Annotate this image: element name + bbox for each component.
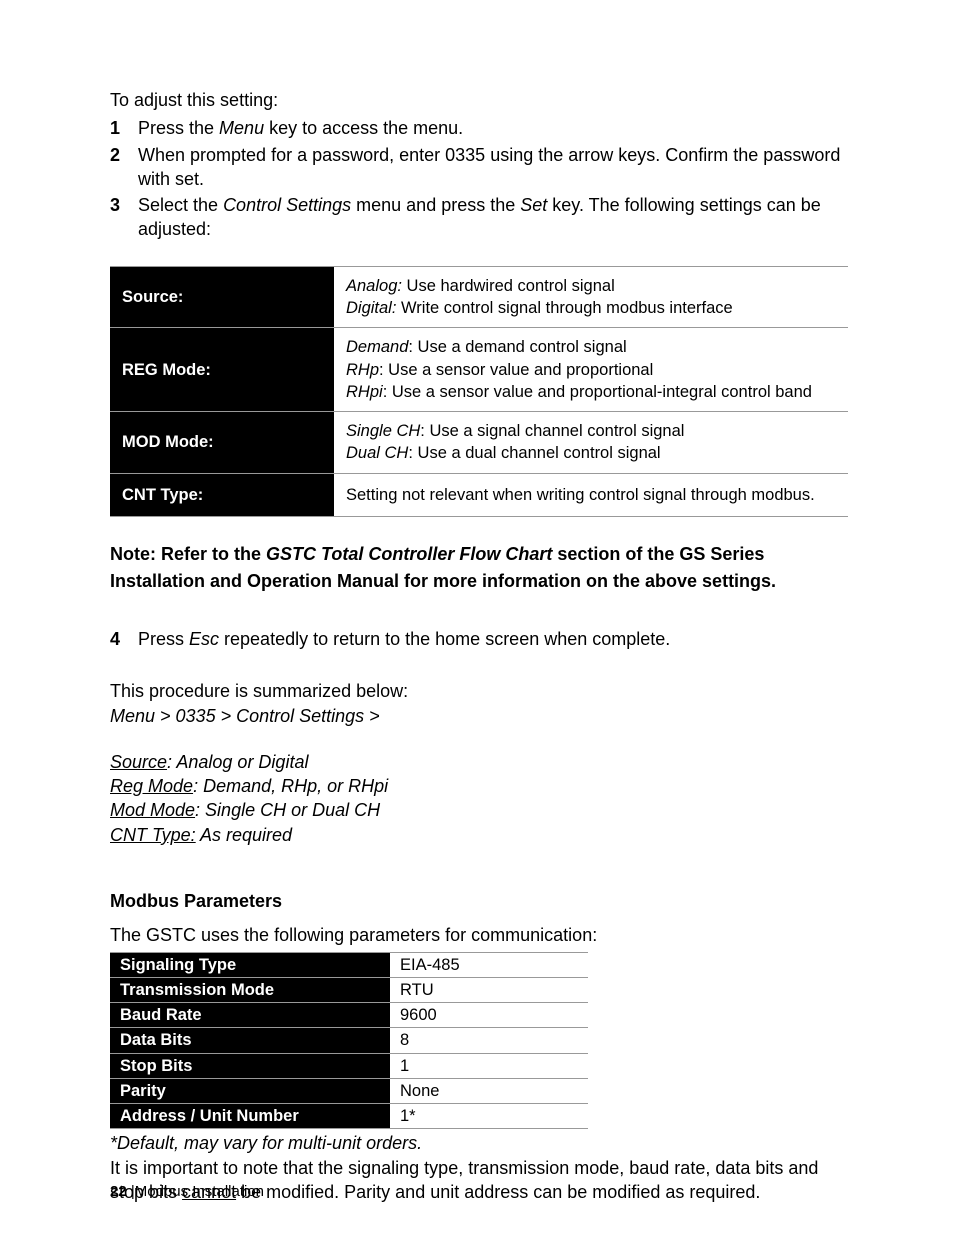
step-number: 2 — [110, 143, 138, 167]
note-paragraph: Note: Refer to the GSTC Total Controller… — [110, 541, 848, 595]
param-value: 1* — [390, 1104, 588, 1129]
param-value: 8 — [390, 1028, 588, 1053]
step-text: Press the Menu key to access the menu. — [138, 116, 848, 140]
param-value: 1 — [390, 1053, 588, 1078]
step-item: 2When prompted for a password, enter 033… — [110, 143, 848, 192]
param-value: 9600 — [390, 1003, 588, 1028]
step-text: Select the Control Settings menu and pre… — [138, 193, 848, 242]
summary-line: Source: Analog or Digital — [110, 750, 848, 774]
step-number: 4 — [110, 627, 138, 651]
param-value: None — [390, 1078, 588, 1103]
summary-line: Reg Mode: Demand, RHp, or RHpi — [110, 774, 848, 798]
modbus-params-intro: The GSTC uses the following parameters f… — [110, 923, 848, 947]
step-item: 4Press Esc repeatedly to return to the h… — [110, 627, 848, 651]
modbus-params-table: Signaling TypeEIA-485Transmission ModeRT… — [110, 952, 588, 1130]
table-row: Stop Bits1 — [110, 1053, 588, 1078]
summary-intro: This procedure is summarized below: — [110, 679, 848, 703]
param-label: Parity — [110, 1078, 390, 1103]
step-number: 3 — [110, 193, 138, 217]
step-text: When prompted for a password, enter 0335… — [138, 143, 848, 192]
param-label: Signaling Type — [110, 952, 390, 977]
table-row: Source:Analog: Use hardwired control sig… — [110, 266, 848, 328]
foot-note2-b: be modified. Parity and unit address can… — [236, 1182, 760, 1202]
table-row: Transmission ModeRTU — [110, 977, 588, 1002]
setting-value: Single CH: Use a signal channel control … — [334, 412, 848, 474]
note-flow-title: GSTC Total Controller Flow Chart — [266, 544, 552, 564]
footer-section: Modbus Installation — [135, 1183, 264, 1200]
summary-lines: Source: Analog or DigitalReg Mode: Deman… — [110, 750, 848, 847]
step-4-list: 4Press Esc repeatedly to return to the h… — [110, 627, 848, 651]
note-prefix: Note: Refer to the — [110, 544, 266, 564]
intro-text: To adjust this setting: — [110, 88, 848, 112]
param-label: Stop Bits — [110, 1053, 390, 1078]
table-row: Address / Unit Number1* — [110, 1104, 588, 1129]
step-text: Press Esc repeatedly to return to the ho… — [138, 627, 848, 651]
settings-table: Source:Analog: Use hardwired control sig… — [110, 266, 848, 517]
table-row: MOD Mode:Single CH: Use a signal channel… — [110, 412, 848, 474]
setting-value: Setting not relevant when writing contro… — [334, 473, 848, 516]
params-footnote-default: *Default, may vary for multi-unit orders… — [110, 1131, 848, 1155]
param-value: EIA-485 — [390, 952, 588, 977]
page-footer: 22 |Modbus Installation — [110, 1182, 264, 1202]
page-number: 22 — [110, 1183, 127, 1200]
document-page: To adjust this setting: 1Press the Menu … — [0, 0, 954, 1244]
table-row: ParityNone — [110, 1078, 588, 1103]
table-row: Signaling TypeEIA-485 — [110, 952, 588, 977]
setting-label: MOD Mode: — [110, 412, 334, 474]
setting-label: REG Mode: — [110, 328, 334, 412]
setting-label: CNT Type: — [110, 473, 334, 516]
setting-label: Source: — [110, 266, 334, 328]
param-value: RTU — [390, 977, 588, 1002]
setting-value: Analog: Use hardwired control signalDigi… — [334, 266, 848, 328]
step-number: 1 — [110, 116, 138, 140]
step-item: 3Select the Control Settings menu and pr… — [110, 193, 848, 242]
table-row: CNT Type:Setting not relevant when writi… — [110, 473, 848, 516]
table-row: REG Mode:Demand: Use a demand control si… — [110, 328, 848, 412]
param-label: Baud Rate — [110, 1003, 390, 1028]
param-label: Data Bits — [110, 1028, 390, 1053]
param-label: Transmission Mode — [110, 977, 390, 1002]
param-label: Address / Unit Number — [110, 1104, 390, 1129]
steps-list: 1Press the Menu key to access the menu.2… — [110, 116, 848, 241]
setting-value: Demand: Use a demand control signalRHp: … — [334, 328, 848, 412]
summary-line: CNT Type: As required — [110, 823, 848, 847]
summary-path: Menu > 0335 > Control Settings > — [110, 704, 848, 728]
table-row: Data Bits8 — [110, 1028, 588, 1053]
step-item: 1Press the Menu key to access the menu. — [110, 116, 848, 140]
modbus-params-heading: Modbus Parameters — [110, 889, 848, 913]
table-row: Baud Rate9600 — [110, 1003, 588, 1028]
summary-line: Mod Mode: Single CH or Dual CH — [110, 798, 848, 822]
